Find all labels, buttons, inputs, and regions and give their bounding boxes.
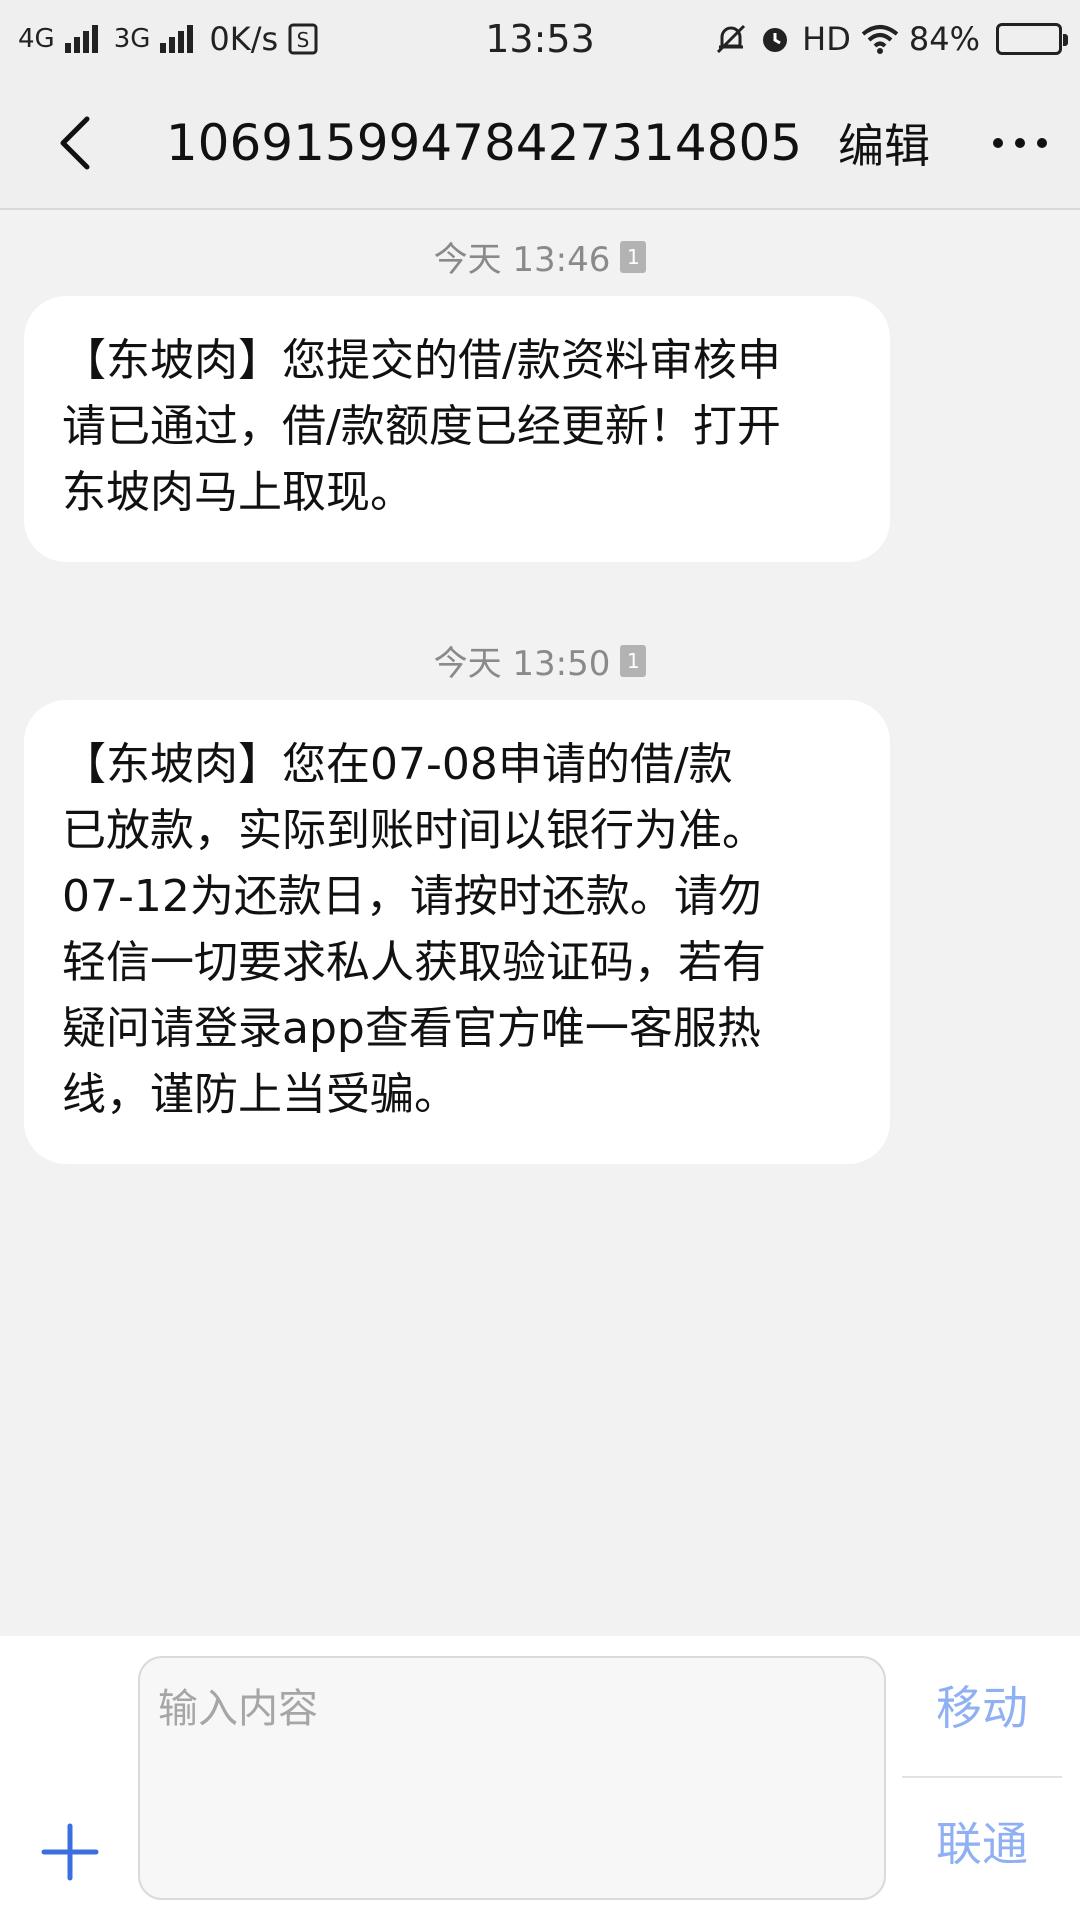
hd-label: HD	[802, 20, 851, 58]
signal-icon-2	[160, 25, 194, 53]
sim-card-icon: 1	[620, 644, 647, 677]
mute-bell-icon	[717, 24, 746, 54]
send-options: 移动 联通	[902, 1636, 1062, 1920]
status-bar: 4G 3G 0K/s S 13:53 HD 84%	[0, 0, 1080, 78]
add-attachment-button[interactable]	[38, 1820, 102, 1884]
back-chevron-icon	[60, 116, 90, 170]
timestamp-text: 今天 13:50	[433, 644, 611, 684]
message-bubble[interactable]: 【东坡肉】您提交的借/款资料审核申 请已通过，借/款额度已经更新！打开 东坡肉马…	[24, 296, 890, 562]
more-dots-icon	[993, 138, 1047, 148]
send-unicom-button[interactable]: 联通	[902, 1808, 1062, 1874]
svg-text:S: S	[297, 28, 310, 52]
alarm-icon	[763, 28, 788, 52]
sms-conversation-screen: 4G 3G 0K/s S 13:53 HD 84% 10691599478427…	[0, 0, 1080, 1920]
timestamp-text: 今天 13:46	[433, 240, 611, 280]
wifi-icon	[861, 25, 899, 54]
signal-icon	[64, 25, 98, 53]
edit-button[interactable]: 编辑	[838, 110, 930, 176]
message-timestamp: 今天 13:46 1	[0, 232, 1080, 281]
sim-manager-icon: S	[288, 23, 318, 55]
conversation-header: 1069159947842731480​5 编辑	[0, 78, 1080, 210]
network-4g-label: 4G	[18, 24, 55, 54]
message-input[interactable]: 输入内容	[138, 1656, 886, 1900]
message-bubble[interactable]: 【东坡肉】您在07-08申请的借/款 已放款，实际到账时间以银行为准。 07-1…	[24, 700, 890, 1164]
sim-card-icon: 1	[620, 240, 647, 273]
battery-icon	[996, 23, 1068, 55]
network-3g-label: 3G	[113, 24, 151, 54]
message-input-placeholder: 输入内容	[158, 1686, 318, 1732]
net-speed: 0K/s	[209, 20, 279, 58]
message-timestamp: 今天 13:50 1	[0, 636, 1080, 685]
contact-number-title: 1069159947842731480​5	[165, 114, 803, 172]
send-divider	[902, 1776, 1062, 1778]
send-mobile-button[interactable]: 移动	[902, 1672, 1062, 1738]
back-button[interactable]	[0, 77, 150, 209]
plus-icon	[41, 1823, 99, 1881]
battery-percent: 84%	[908, 20, 980, 58]
more-options-button[interactable]	[960, 77, 1080, 209]
